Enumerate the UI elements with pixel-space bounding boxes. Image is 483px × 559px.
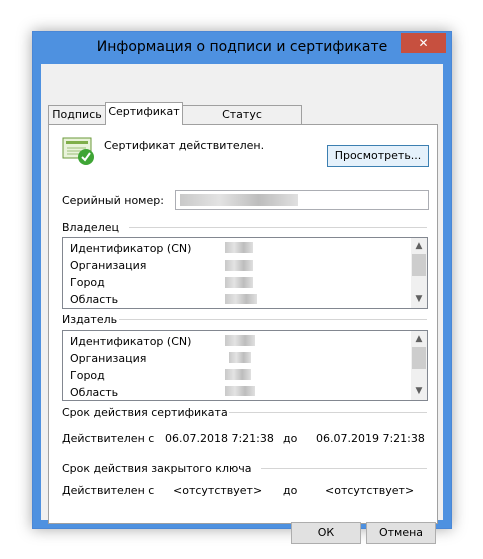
certificate-tab-panel: Сертификат действителен. Просмотреть... …	[48, 124, 438, 524]
window-title: Информация о подписи и сертификате	[96, 39, 388, 55]
issuer-value-redacted	[225, 386, 255, 396]
validity-to-label: до	[283, 432, 298, 445]
issuer-value-redacted	[225, 369, 251, 380]
serial-number-label: Серийный номер:	[62, 194, 164, 207]
cancel-button[interactable]: Отмена	[366, 522, 436, 544]
scroll-down-icon[interactable]: ▼	[411, 384, 427, 398]
validity-group-title: Срок действия сертификата	[62, 406, 228, 419]
key-validity-group-title: Срок действия закрытого ключа	[62, 462, 252, 475]
key-validity-group-divider	[261, 468, 427, 469]
scroll-down-icon[interactable]: ▼	[411, 292, 427, 306]
issuer-row-organization: Организация	[70, 352, 147, 365]
ok-button[interactable]: ОК	[291, 522, 361, 544]
validity-from-label: Действителен с	[62, 432, 155, 445]
owner-scrollbar[interactable]: ▲ ▼	[411, 238, 427, 308]
key-validity-to-value: <отсутствует>	[325, 484, 415, 497]
key-validity-from-label: Действителен с	[62, 484, 155, 497]
title-bar[interactable]: Информация о подписи и сертификате ✕	[33, 32, 451, 64]
owner-row-cn: Идентификатор (CN)	[70, 242, 192, 255]
owner-value-redacted	[225, 277, 253, 288]
owner-value-redacted	[225, 260, 253, 271]
issuer-row-region: Область	[70, 386, 119, 399]
window-frame-left	[33, 64, 41, 528]
scroll-up-icon[interactable]: ▲	[411, 239, 427, 253]
view-certificate-button[interactable]: Просмотреть...	[327, 145, 429, 167]
certificate-status-text: Сертификат действителен.	[104, 139, 265, 152]
issuer-group-title: Издатель	[62, 313, 118, 326]
key-validity-to-label: до	[283, 484, 298, 497]
tab-certificate-status[interactable]: Статус сертификата	[182, 105, 302, 139]
scroll-thumb[interactable]	[412, 347, 426, 369]
issuer-value-redacted	[229, 352, 251, 363]
issuer-group-divider	[119, 319, 427, 320]
owner-value-redacted	[225, 294, 257, 304]
window-frame-right	[443, 64, 451, 528]
owner-value-redacted	[225, 242, 253, 253]
tab-certificate[interactable]: Сертификат	[105, 102, 183, 125]
validity-from-value: 06.07.2018 7:21:38	[165, 432, 274, 445]
issuer-listbox[interactable]: Идентификатор (CN) Организация Город Обл…	[62, 330, 428, 401]
tab-signature[interactable]: Подпись	[48, 105, 106, 125]
validity-to-value: 06.07.2019 7:21:38	[316, 432, 425, 445]
serial-number-redacted	[180, 194, 298, 206]
key-validity-from-value: <отсутствует>	[173, 484, 263, 497]
owner-listbox[interactable]: Идентификатор (CN) Организация Город Обл…	[62, 237, 428, 309]
owner-group-divider	[129, 227, 427, 228]
issuer-scrollbar[interactable]: ▲ ▼	[411, 331, 427, 400]
owner-row-organization: Организация	[70, 259, 147, 272]
scroll-up-icon[interactable]: ▲	[411, 332, 427, 346]
owner-row-region: Область	[70, 293, 119, 306]
scroll-thumb[interactable]	[412, 254, 426, 276]
issuer-value-redacted	[225, 335, 255, 346]
owner-group-title: Владелец	[62, 221, 119, 234]
certificate-info-window: Информация о подписи и сертификате ✕ Под…	[32, 31, 452, 544]
serial-number-field[interactable]	[175, 190, 429, 210]
owner-row-city: Город	[70, 276, 105, 289]
dialog-client-area: Подпись Сертификат Статус сертификата Се…	[41, 64, 443, 544]
validity-group-divider	[229, 412, 427, 413]
certificate-icon	[62, 137, 94, 165]
close-button[interactable]: ✕	[401, 33, 446, 53]
issuer-row-cn: Идентификатор (CN)	[70, 335, 192, 348]
issuer-row-city: Город	[70, 369, 105, 382]
